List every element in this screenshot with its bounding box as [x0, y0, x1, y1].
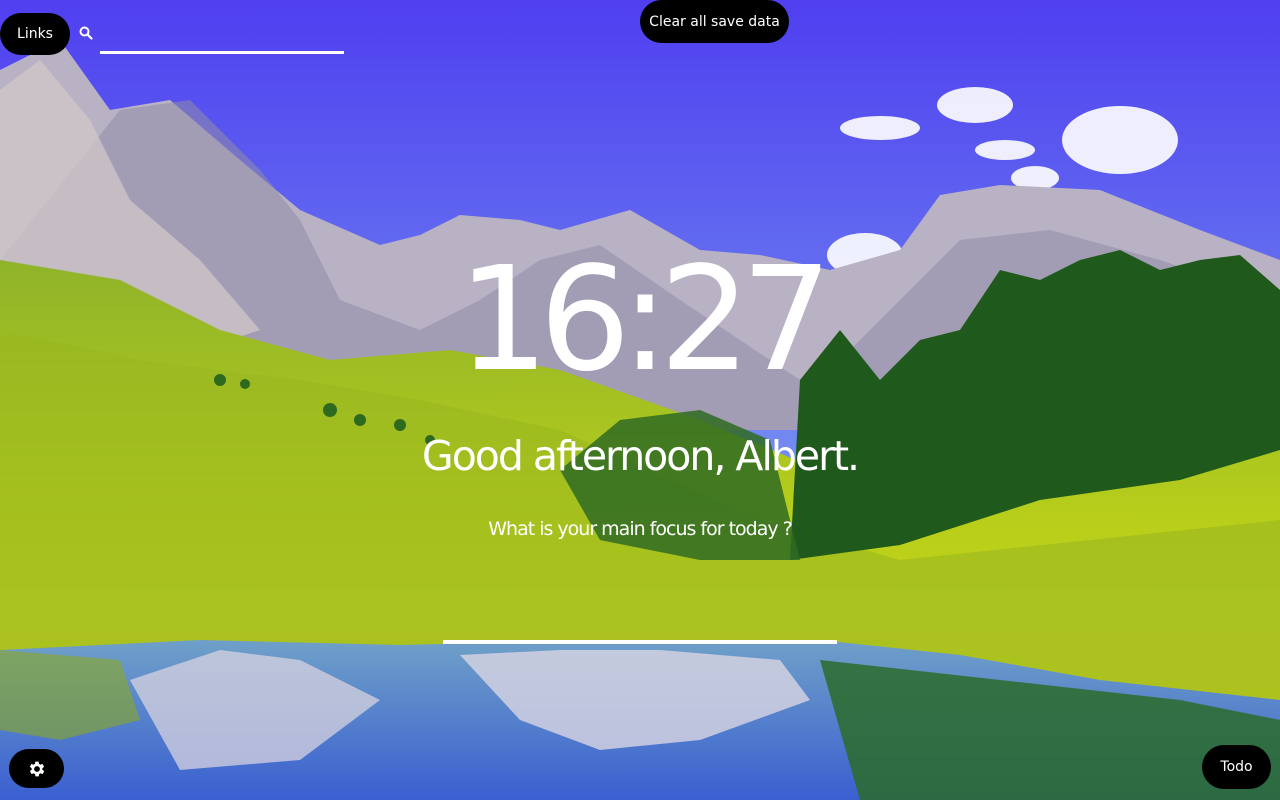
clear-save-data-label: Clear all save data	[649, 13, 780, 30]
focus-input[interactable]	[443, 600, 837, 644]
gear-icon	[29, 761, 44, 776]
clock-time: 16:27	[457, 235, 833, 403]
focus-question: What is your main focus for today ?	[488, 518, 793, 540]
links-label: Links	[17, 26, 53, 42]
clear-save-data-button[interactable]: Clear all save data	[640, 0, 789, 43]
search-icon[interactable]	[79, 26, 93, 40]
search-input[interactable]	[100, 18, 344, 54]
links-button[interactable]: Links	[0, 13, 70, 55]
greeting-text: Good afternoon, Albert.	[421, 432, 860, 480]
settings-button[interactable]	[9, 749, 64, 788]
todo-label: Todo	[1220, 759, 1253, 775]
new-tab-page: Links Clear all save data 16:27 Good aft…	[0, 0, 1280, 800]
todo-button[interactable]: Todo	[1202, 745, 1271, 789]
